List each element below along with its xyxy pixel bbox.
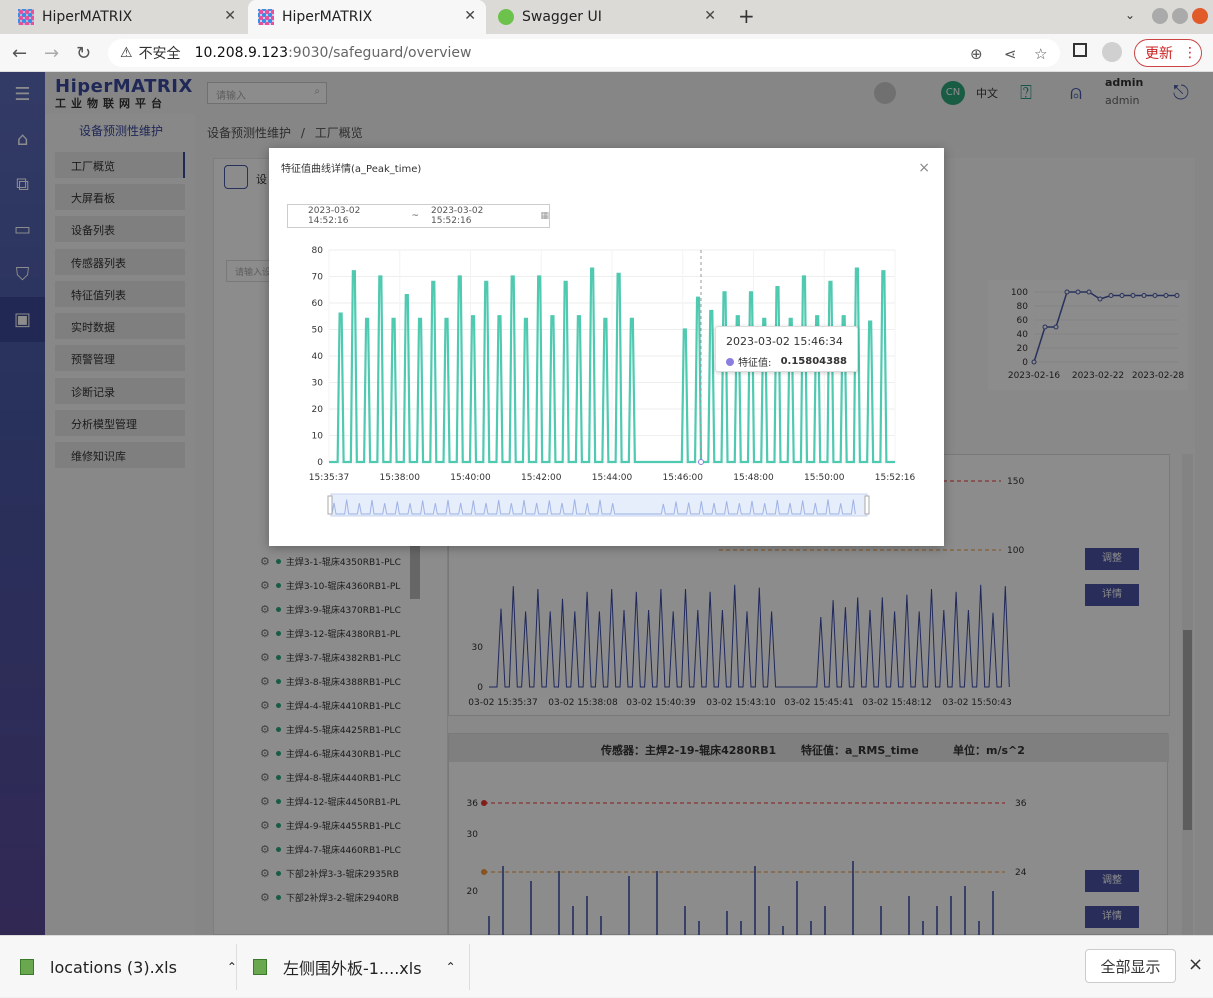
tab-hipermatrix-1[interactable]: HiperMATRIX ✕	[8, 0, 246, 34]
xls-file-icon	[253, 959, 267, 975]
update-button[interactable]: 更新 ⋮	[1134, 39, 1202, 67]
reload-icon[interactable]: ↻	[76, 43, 91, 64]
tooltip-series-label: 特征值:	[738, 358, 772, 369]
tab-label: HiperMATRIX	[282, 9, 373, 25]
modal-close-button[interactable]: ×	[918, 160, 930, 176]
maximize-icon[interactable]	[1172, 8, 1188, 24]
zoom-icon[interactable]: ⊕	[970, 45, 983, 63]
download-item[interactable]: 左侧围外板-1....xls ⌃	[253, 936, 456, 998]
download-filename: 左侧围外板-1....xls	[283, 959, 422, 978]
hipermatrix-favicon-icon	[18, 9, 34, 25]
window-close-icon[interactable]	[1192, 8, 1208, 24]
ytick-label: 0	[317, 458, 323, 468]
url-input[interactable]: ⚠ 不安全 10.208.9.123 :9030/safeguard/overv…	[108, 39, 1060, 67]
ytick-label: 80	[312, 246, 324, 256]
tab-hipermatrix-2[interactable]: HiperMATRIX ✕	[248, 0, 486, 34]
tab-list-icon[interactable]: ⌄	[1125, 8, 1135, 22]
feature-line-chart[interactable]: 0 10 20 30 40 50 60 70 80 15:35:37 15:38:00 15:40:0…	[269, 238, 944, 538]
url-host: 10.208.9.123	[194, 45, 289, 61]
xtick-label: 15:35:37	[309, 473, 349, 483]
tab-close-icon[interactable]: ✕	[464, 8, 476, 24]
chevron-up-icon[interactable]: ⌃	[446, 960, 456, 974]
url-path: :9030/safeguard/overview	[288, 45, 472, 61]
bookmark-star-icon[interactable]: ☆	[1034, 45, 1047, 63]
show-all-downloads-button[interactable]: 全部显示	[1085, 949, 1176, 983]
menu-kebab-icon: ⋮	[1183, 45, 1197, 61]
tab-label: HiperMATRIX	[42, 9, 133, 25]
xtick-label: 15:44:00	[592, 473, 633, 483]
xtick-label: 15:52:16	[875, 473, 916, 483]
xtick-label: 15:50:00	[804, 473, 845, 483]
ytick-label: 10	[312, 432, 324, 442]
tooltip-time: 2023-03-02 15:46:34	[726, 335, 843, 348]
security-label: 不安全	[138, 46, 181, 62]
tab-close-icon[interactable]: ✕	[224, 8, 236, 24]
share-icon[interactable]: ⋖	[1004, 45, 1017, 63]
calendar-icon: ▦	[540, 211, 549, 221]
date-end[interactable]: 2023-03-02 15:52:16	[431, 206, 522, 226]
tooltip-series-dot	[726, 357, 734, 366]
date-start[interactable]: 2023-03-02 14:52:16	[308, 206, 399, 226]
address-bar: ← → ↻ ⚠ 不安全 10.208.9.123 :9030/safeguard…	[0, 34, 1213, 72]
modal-title: 特征值曲线详情(a_Peak_time)	[281, 164, 422, 175]
forward-icon[interactable]: →	[44, 43, 59, 64]
ytick-label: 20	[312, 405, 324, 415]
tooltip-value: 0.15804388	[780, 356, 847, 367]
datazoom-handle-left	[327, 495, 333, 515]
xls-file-icon	[20, 959, 34, 975]
ytick-label: 50	[312, 326, 324, 336]
hipermatrix-favicon-icon	[258, 9, 274, 25]
update-label: 更新	[1145, 46, 1173, 62]
browser-tab-bar: HiperMATRIX ✕ HiperMATRIX ✕ Swagger UI ✕…	[0, 0, 1213, 34]
minimize-icon[interactable]	[1152, 8, 1168, 24]
divider	[236, 944, 237, 990]
xtick-label: 15:38:00	[380, 473, 421, 483]
downloads-bar: locations (3).xls ⌃ 左侧围外板-1....xls ⌃ 全部显…	[0, 935, 1213, 997]
ytick-label: 40	[312, 352, 324, 362]
back-icon[interactable]: ←	[12, 43, 27, 64]
side-panel-icon[interactable]	[1073, 43, 1087, 57]
xtick-label: 15:46:00	[663, 473, 704, 483]
datazoom-handle-right	[864, 495, 870, 515]
tab-swagger[interactable]: Swagger UI ✕	[488, 0, 726, 34]
new-tab-button[interactable]: +	[738, 4, 755, 28]
hover-point	[698, 459, 704, 465]
ytick-label: 30	[312, 379, 324, 389]
xtick-label: 15:48:00	[733, 473, 774, 483]
tab-close-icon[interactable]: ✕	[704, 8, 716, 24]
date-separator: ~	[411, 211, 420, 221]
xtick-label: 15:42:00	[521, 473, 562, 483]
swagger-favicon-icon	[498, 9, 514, 25]
download-filename: locations (3).xls	[50, 957, 177, 977]
divider	[469, 944, 470, 990]
close-downloads-icon[interactable]: ×	[1188, 954, 1203, 975]
date-range-picker[interactable]: 2023-03-02 14:52:16 ~ 2023-03-02 15:52:1…	[287, 204, 550, 228]
profile-icon[interactable]	[1102, 42, 1122, 62]
download-item[interactable]: locations (3).xls ⌃	[20, 936, 237, 998]
ytick-label: 70	[312, 273, 324, 283]
tab-label: Swagger UI	[522, 9, 602, 25]
warning-icon: ⚠	[120, 45, 133, 61]
chart-tooltip: 2023-03-02 15:46:34 特征值: 0.15804388	[715, 326, 858, 372]
xtick-label: 15:40:00	[450, 473, 491, 483]
ytick-label: 60	[312, 299, 324, 309]
